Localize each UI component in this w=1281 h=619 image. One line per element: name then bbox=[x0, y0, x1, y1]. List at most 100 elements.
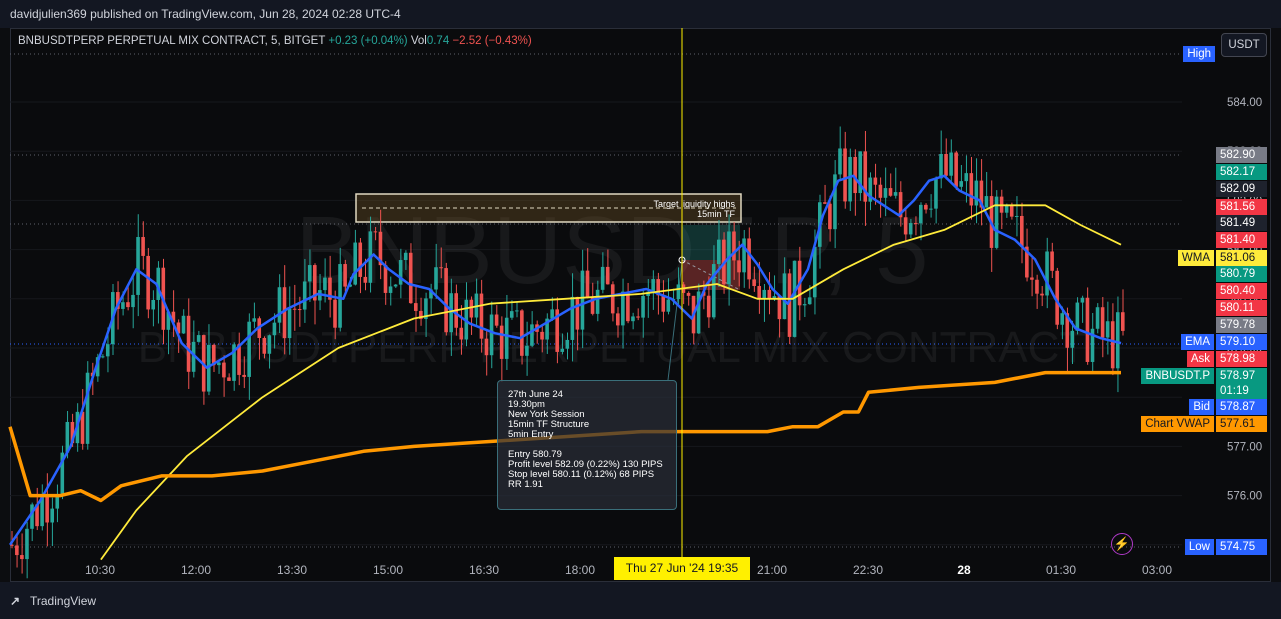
x-tick-label: 21:00 bbox=[757, 563, 787, 577]
candle-body bbox=[641, 295, 645, 318]
price-label: 582.09 bbox=[1216, 181, 1267, 197]
candle-body bbox=[343, 264, 347, 287]
candle-body bbox=[964, 173, 969, 182]
candle-body bbox=[913, 223, 918, 225]
candle-body bbox=[787, 273, 792, 337]
candle-body bbox=[651, 279, 655, 292]
candle-body bbox=[878, 184, 883, 198]
candle-body bbox=[307, 265, 312, 282]
candle-body bbox=[959, 181, 963, 187]
vol-value: 0.74 bbox=[426, 35, 450, 47]
price-tag: Ask bbox=[1186, 351, 1214, 367]
candle-body bbox=[888, 188, 893, 196]
candle-body bbox=[600, 266, 605, 290]
x-tick-label: 03:00 bbox=[1142, 563, 1172, 577]
candle-body bbox=[434, 267, 438, 290]
price-tag: High bbox=[1183, 46, 1215, 62]
candle-body bbox=[449, 293, 453, 333]
candle-body bbox=[146, 255, 150, 310]
candle-body bbox=[1085, 297, 1090, 362]
candle-body bbox=[1105, 321, 1110, 338]
candle-body bbox=[838, 148, 842, 175]
candle-body bbox=[686, 292, 691, 296]
candle-body bbox=[217, 362, 221, 366]
y-tick-label: 577.00 bbox=[1227, 441, 1262, 453]
candle-body bbox=[267, 335, 272, 354]
candle-body bbox=[323, 277, 327, 291]
price-label: 580.79 bbox=[1216, 266, 1267, 282]
price-label: 580.40 bbox=[1216, 283, 1267, 299]
candle-body bbox=[504, 317, 509, 359]
price-label: 580.11 bbox=[1216, 300, 1267, 316]
candle-body bbox=[20, 555, 24, 560]
price-label: 574.75 bbox=[1216, 539, 1267, 555]
price-label: 581.06 bbox=[1216, 250, 1267, 266]
x-tick-label: 16:30 bbox=[469, 563, 499, 577]
candle-body bbox=[1110, 321, 1115, 369]
x-tick-label: 28 bbox=[957, 563, 971, 577]
candle-body bbox=[277, 287, 282, 323]
y-tick-label: 576.00 bbox=[1227, 491, 1262, 503]
price-label: 581.49 bbox=[1216, 215, 1267, 231]
candle-body bbox=[767, 289, 772, 299]
candle-body bbox=[661, 295, 666, 312]
candle-body bbox=[939, 153, 943, 179]
candle-body bbox=[100, 356, 105, 358]
candle-body bbox=[25, 528, 29, 560]
candle-body bbox=[398, 260, 403, 285]
candle-body bbox=[984, 196, 989, 208]
candle-body bbox=[252, 318, 256, 322]
candle-body bbox=[408, 252, 413, 304]
candle-body bbox=[479, 293, 484, 339]
currency-button[interactable]: USDT bbox=[1221, 33, 1267, 57]
candle-body bbox=[711, 264, 716, 318]
candle-body bbox=[1020, 215, 1024, 247]
lightning-icon[interactable]: ⚡ bbox=[1111, 533, 1133, 555]
price-chart[interactable]: BNBUSDT.P, 5 BNBUSDTPERP PERPETUAL MIX C… bbox=[0, 0, 1281, 619]
x-tick-label: 22:30 bbox=[853, 563, 883, 577]
candle-body bbox=[358, 242, 363, 277]
candle-body bbox=[595, 289, 600, 314]
price-label: 581.56 bbox=[1216, 199, 1267, 215]
candle-body bbox=[757, 286, 761, 299]
candle-body bbox=[222, 362, 226, 378]
candle-body bbox=[676, 284, 681, 300]
candle-body bbox=[121, 302, 125, 309]
candle-body bbox=[393, 284, 398, 287]
candle-body bbox=[414, 303, 418, 311]
candle-body bbox=[626, 291, 630, 322]
candle-body bbox=[616, 313, 620, 326]
candle-body bbox=[929, 208, 933, 210]
candle-body bbox=[515, 310, 519, 312]
candle-body bbox=[383, 265, 388, 293]
trade-note: 27th June 24 19.30pm New York Session 15min… bbox=[497, 380, 677, 510]
price-label: 578.98 bbox=[1216, 351, 1267, 367]
candle-body bbox=[1121, 312, 1125, 331]
candle-body bbox=[509, 311, 514, 318]
tradingview-brand[interactable]: ↗ TradingView bbox=[10, 594, 96, 608]
note-line: 5min Entry bbox=[508, 429, 554, 440]
candle-body bbox=[924, 204, 928, 210]
x-tick-label: 15:00 bbox=[373, 563, 403, 577]
candle-body bbox=[151, 299, 155, 310]
candle-body bbox=[444, 268, 448, 333]
candle-body bbox=[747, 238, 751, 280]
candle-body bbox=[812, 246, 817, 298]
note-line: RR 1.91 bbox=[508, 479, 543, 490]
candle-body bbox=[994, 196, 999, 248]
candle-body bbox=[560, 348, 565, 352]
candle-body bbox=[186, 315, 191, 372]
candle-body bbox=[908, 223, 913, 235]
candle-body bbox=[974, 180, 979, 206]
candle-body bbox=[1035, 279, 1039, 294]
price-label: 578.87 bbox=[1216, 399, 1267, 415]
candle-body bbox=[126, 302, 130, 308]
price-label: 578.97 bbox=[1216, 368, 1267, 384]
price-tag: Chart VWAP bbox=[1141, 416, 1214, 432]
candle-body bbox=[338, 264, 342, 328]
price-tag: Bid bbox=[1189, 399, 1214, 415]
candle-body bbox=[1004, 205, 1009, 213]
candle-body bbox=[363, 276, 368, 283]
x-tick-label: 18:00 bbox=[565, 563, 595, 577]
symbol-legend: BNBUSDTPERP PERPETUAL MIX CONTRACT, 5, B… bbox=[18, 35, 532, 47]
